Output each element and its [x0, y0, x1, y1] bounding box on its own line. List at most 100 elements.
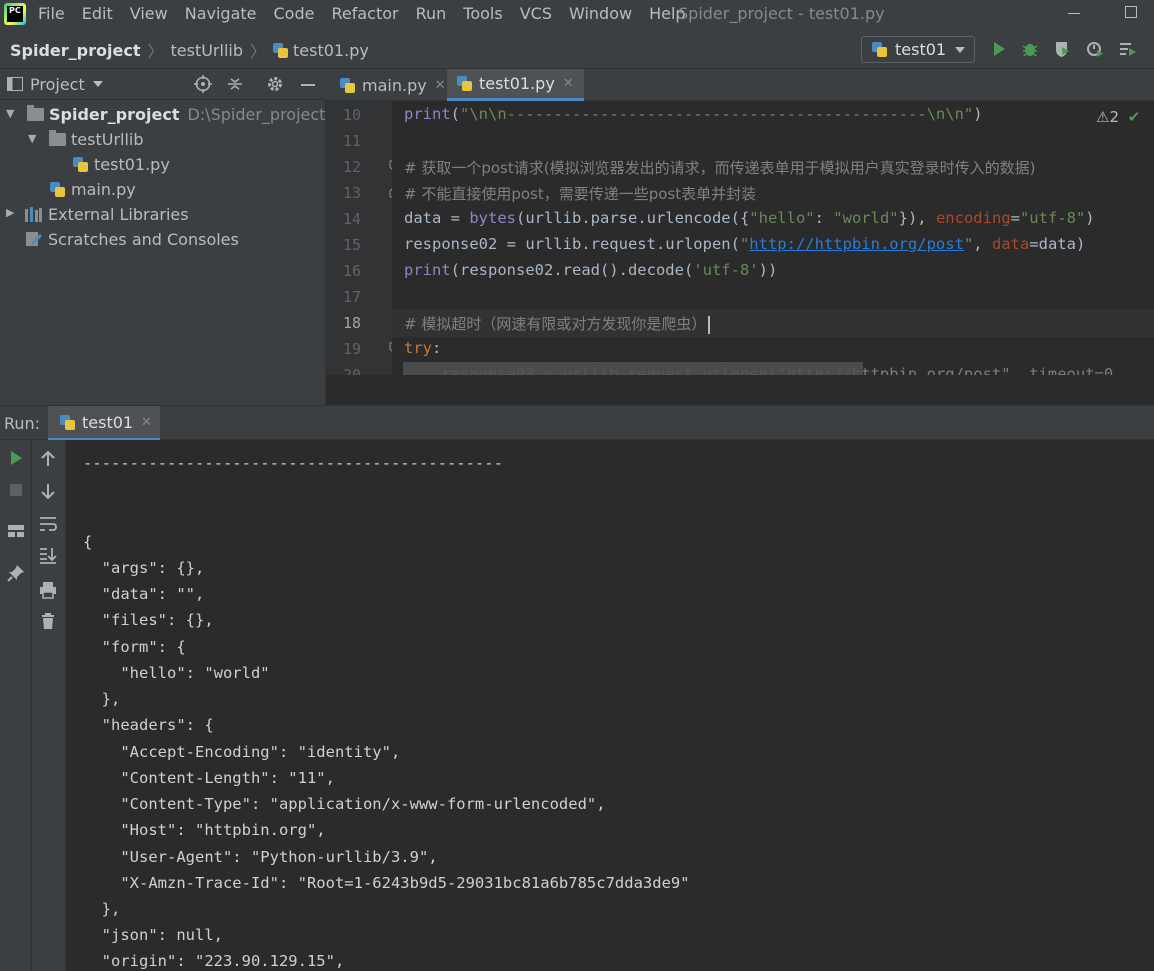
- console-line: "headers": {: [83, 716, 214, 734]
- debug-icon[interactable]: [1021, 40, 1039, 58]
- chevron-down-icon[interactable]: ▼: [28, 132, 36, 145]
- chevron-right-icon[interactable]: ▶: [6, 206, 14, 219]
- tab-test01-py[interactable]: test01.py ✕: [447, 69, 584, 101]
- menu-vcs[interactable]: VCS: [520, 4, 552, 23]
- folder-name: testUrllib: [71, 129, 144, 149]
- console-line: "hello": "world": [83, 664, 270, 682]
- arrow-down-icon[interactable]: [39, 482, 57, 500]
- menu-view[interactable]: View: [130, 4, 168, 23]
- menu-tools[interactable]: Tools: [463, 4, 502, 23]
- inspection-widget[interactable]: ⚠2 ✔: [1096, 108, 1140, 126]
- code-line-18: # 模拟超时（网速有限或对方发现你是爬虫）: [404, 313, 711, 334]
- arrow-up-icon[interactable]: [39, 450, 57, 468]
- tree-item-external-libraries[interactable]: ▶ External Libraries: [0, 202, 189, 226]
- tree-item-scratches[interactable]: Scratches and Consoles: [0, 227, 239, 251]
- navigation-bar: Spider_project 〉 testUrllib 〉 test01.py …: [0, 28, 1154, 69]
- run-console-toolbar: [32, 440, 66, 971]
- main-menu: File Edit View Navigate Code Refactor Ru…: [38, 4, 703, 23]
- console-line: "Accept-Encoding": "identity",: [83, 743, 401, 761]
- code-line-14: data = bytes(urllib.parse.urlencode({"he…: [404, 209, 1095, 227]
- warning-count: 2: [1109, 108, 1119, 126]
- menu-refactor[interactable]: Refactor: [331, 4, 398, 23]
- run-console-output[interactable]: ----------------------------------------…: [66, 440, 1154, 971]
- code-line-10: print("\n\n-----------------------------…: [404, 105, 983, 123]
- url-link[interactable]: http://httpbin.org/post: [749, 235, 964, 253]
- chevron-down-icon[interactable]: ▼: [6, 107, 14, 120]
- console-line: {: [83, 533, 93, 551]
- menu-file[interactable]: File: [38, 4, 65, 23]
- tree-item-testurllib[interactable]: ▼ testUrllib: [0, 127, 144, 151]
- maximize-button[interactable]: [1125, 6, 1137, 18]
- horizontal-scrollbar[interactable]: [403, 362, 863, 375]
- minimize-button[interactable]: [1068, 13, 1080, 14]
- folder-icon: [27, 104, 44, 121]
- stop-icon[interactable]: [7, 481, 25, 499]
- editor-bottom-area: [326, 375, 1154, 405]
- console-line: "origin": "223.90.129.15",: [83, 952, 345, 970]
- breadcrumb-folder[interactable]: testUrllib: [170, 41, 243, 60]
- python-file-icon: [457, 76, 472, 91]
- print-icon[interactable]: [39, 581, 57, 599]
- python-icon: [60, 414, 75, 430]
- tree-item-test01[interactable]: test01.py: [73, 152, 170, 176]
- rerun-icon[interactable]: [7, 449, 25, 467]
- file-name: test01.py: [94, 154, 170, 174]
- tree-item-project-root[interactable]: ▼ Spider_project D:\Spider_project: [0, 102, 325, 126]
- menu-window[interactable]: Window: [569, 4, 632, 23]
- line-number: 11: [342, 132, 362, 150]
- text-cursor: [708, 315, 711, 334]
- chevron-down-icon[interactable]: [93, 81, 103, 87]
- run-panel-header: Run: test01 ✕: [0, 405, 1154, 441]
- project-tree: ▼ Spider_project D:\Spider_project ▼ tes…: [0, 100, 326, 405]
- run-concurrency-icon[interactable]: [1119, 40, 1137, 58]
- console-line: ----------------------------------------…: [83, 454, 503, 472]
- scroll-to-end-icon[interactable]: [39, 546, 57, 564]
- tab-main-py[interactable]: main.py ✕: [330, 69, 456, 101]
- chevron-down-icon: [955, 47, 965, 53]
- breadcrumb-separator-icon: 〉: [250, 42, 267, 61]
- console-line: "json": null,: [83, 926, 223, 944]
- project-panel-title[interactable]: Project: [30, 75, 85, 94]
- console-line: "X-Amzn-Trace-Id": "Root=1-6243b9d5-2903…: [83, 874, 690, 892]
- run-panel-label: Run:: [4, 414, 41, 433]
- python-file-icon: [273, 42, 289, 58]
- menu-bar: PC File Edit View Navigate Code Refactor…: [0, 0, 1154, 28]
- breadcrumb-file[interactable]: test01.py: [293, 41, 369, 60]
- run-with-coverage-icon[interactable]: [1053, 40, 1071, 58]
- close-icon[interactable]: ✕: [435, 78, 446, 93]
- scratches-icon: [26, 232, 42, 246]
- locate-file-icon[interactable]: [194, 75, 212, 93]
- console-line: "files": {},: [83, 611, 214, 629]
- tree-label: Scratches and Consoles: [48, 229, 239, 249]
- pin-icon[interactable]: [7, 564, 25, 582]
- run-configuration-select[interactable]: test01: [861, 36, 975, 63]
- trash-icon[interactable]: [39, 612, 57, 630]
- window-title: Spider_project - test01.py: [678, 4, 885, 23]
- line-number: 10: [342, 106, 362, 124]
- folder-icon: [49, 129, 66, 146]
- menu-code[interactable]: Code: [274, 4, 315, 23]
- breadcrumb-project[interactable]: Spider_project: [10, 41, 140, 60]
- soft-wrap-icon[interactable]: [39, 515, 57, 533]
- menu-run[interactable]: Run: [416, 4, 447, 23]
- line-number: 19: [342, 340, 362, 358]
- menu-edit[interactable]: Edit: [82, 4, 113, 23]
- run-icon[interactable]: [990, 40, 1008, 58]
- tab-label: test01.py: [479, 74, 555, 93]
- hide-panel-icon[interactable]: [301, 84, 315, 86]
- restore-layout-icon[interactable]: [7, 522, 25, 540]
- tree-item-main[interactable]: main.py: [50, 177, 136, 201]
- gear-icon[interactable]: [266, 75, 284, 93]
- line-number: 16: [342, 262, 362, 280]
- line-number: 18: [342, 314, 362, 332]
- close-icon[interactable]: ✕: [141, 415, 152, 430]
- console-line: "args": {},: [83, 559, 205, 577]
- profile-icon[interactable]: [1086, 40, 1104, 58]
- check-icon: ✔: [1127, 108, 1141, 126]
- run-tab-label: test01: [82, 412, 134, 432]
- collapse-all-icon[interactable]: [226, 75, 244, 93]
- close-icon[interactable]: ✕: [563, 76, 574, 91]
- run-tab-test01[interactable]: test01 ✕: [48, 406, 160, 441]
- menu-navigate[interactable]: Navigate: [185, 4, 257, 23]
- code-editor[interactable]: print("\n\n-----------------------------…: [392, 101, 1154, 375]
